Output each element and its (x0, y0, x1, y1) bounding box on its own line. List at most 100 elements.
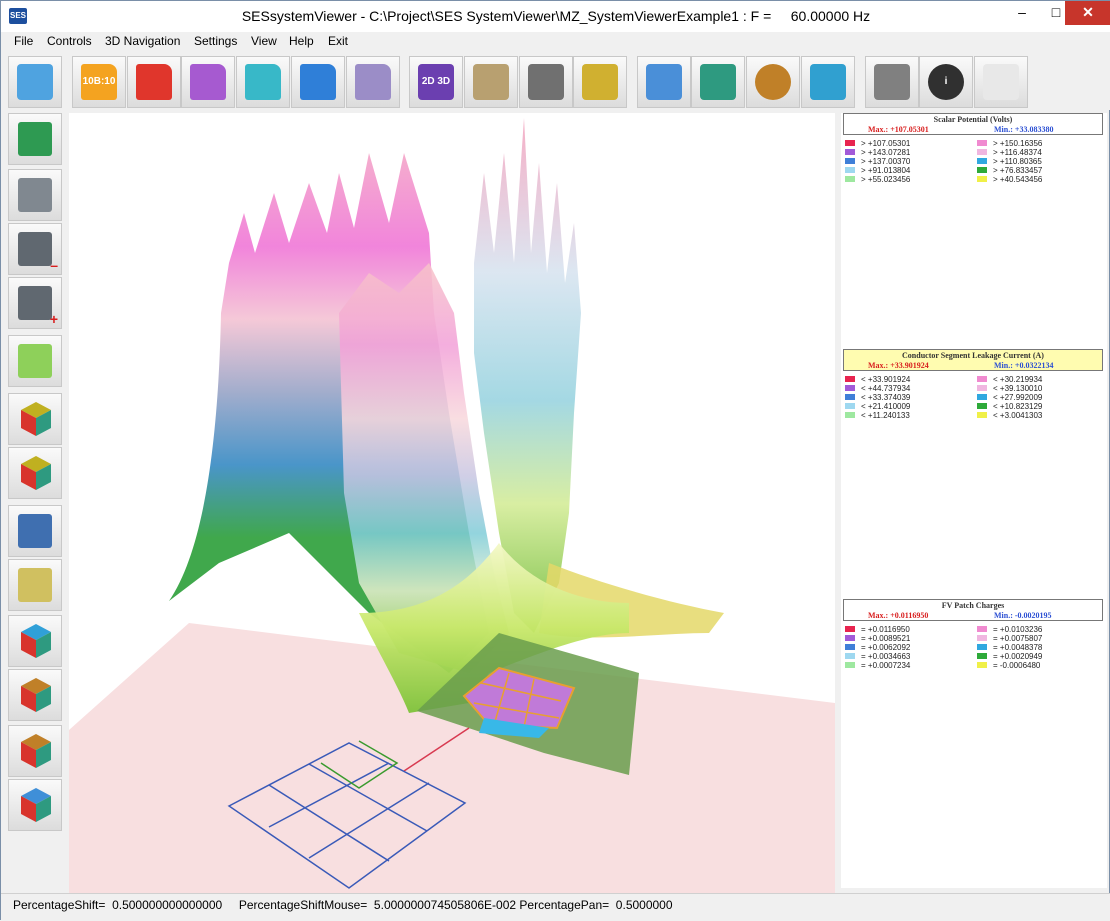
legend-entries: > +107.05301 > +150.16356 > +143.07281 > +1… (843, 135, 1103, 185)
legend-entry: < +3.0041303 (977, 411, 1102, 421)
legend-max: Max.: +0.0116950 (868, 611, 929, 620)
menu-file[interactable]: File (14, 34, 33, 48)
info-button[interactable]: i (919, 56, 973, 108)
joystick-button[interactable] (573, 56, 627, 108)
legend-swatch (845, 412, 855, 418)
legend-title: Conductor Segment Leakage Current (A) (902, 351, 1044, 360)
legend-value: = +0.0075807 (993, 634, 1043, 643)
gears-settings-button[interactable] (464, 56, 518, 108)
flashlight-icon (18, 344, 52, 378)
folder-blue-button[interactable] (291, 56, 345, 108)
legend-min: Min.: +0.0322134 (994, 361, 1054, 370)
camera-zoom-out-button[interactable]: – (8, 223, 62, 275)
legend-swatch (977, 394, 987, 400)
legend-swatch (977, 167, 987, 173)
camera-zoom-in-icon (18, 286, 52, 320)
blocks-cubes-button[interactable] (8, 615, 62, 667)
legend-value: > +150.16356 (993, 139, 1043, 148)
layers-outline-button[interactable] (8, 559, 62, 611)
video-camera-button[interactable] (8, 169, 62, 221)
legend-swatch (845, 158, 855, 164)
folder-red-icon (136, 64, 172, 100)
legend-value: > +110.80365 (993, 157, 1042, 166)
speech-bubble-icon (17, 64, 53, 100)
menu-controls[interactable]: Controls (47, 34, 92, 48)
camera-zoom-in-button[interactable]: + (8, 277, 62, 329)
status-bar: PercentageShift= 0.500000000000000 Perce… (1, 893, 1110, 921)
keyboard-mouse-button[interactable] (519, 56, 573, 108)
3d-scene[interactable] (69, 113, 835, 893)
legend-swatch (977, 385, 987, 391)
minimize-button[interactable]: – (1006, 1, 1038, 25)
legend-value: = +0.0116950 (861, 625, 910, 634)
3d-viewport[interactable] (69, 113, 835, 893)
legend-value: < +21.410009 (861, 402, 911, 411)
legend-value: = +0.0020949 (993, 652, 1043, 661)
legend-value: > +143.07281 (861, 148, 911, 157)
legend-entries: < +33.901924 < +30.219934 < +44.737934 < +3… (843, 371, 1103, 421)
folder-data-orange-button[interactable]: 10B:10 (72, 56, 126, 108)
flashlight-button[interactable] (8, 335, 62, 387)
view-2d-3d-icon: 2D 3D (418, 64, 454, 100)
menu-3d-navigation[interactable]: 3D Navigation (105, 34, 180, 48)
legend-title: Scalar Potential (Volts) (933, 115, 1013, 124)
shield-view-button[interactable] (8, 113, 62, 165)
legend-swatch (845, 376, 855, 382)
legend-entry: > +55.023456 (845, 175, 970, 185)
legend-entry: = -0.0006480 (977, 661, 1102, 671)
legend-swatch (845, 176, 855, 182)
close-button[interactable]: ✕ (1065, 1, 1110, 25)
legend-swatch (845, 385, 855, 391)
legend-swatch (977, 635, 987, 641)
legend-header: Scalar Potential (Volts) Max.: +107.05301… (843, 113, 1103, 135)
folder-cyan-button[interactable] (236, 56, 290, 108)
folder-red-button[interactable] (127, 56, 181, 108)
legend-swatch (845, 167, 855, 173)
legend-0: Scalar Potential (Volts) Max.: +107.05301… (843, 113, 1103, 185)
legend-max: Max.: +33.901924 (868, 361, 929, 370)
menu-help[interactable]: Help (289, 34, 314, 48)
legend-swatch (977, 158, 987, 164)
speech-bubble-button[interactable] (8, 56, 62, 108)
camera-zoom-out-icon (18, 232, 52, 266)
legend-swatch (845, 626, 855, 632)
folder-purple-button[interactable] (181, 56, 235, 108)
gears-settings-icon (473, 64, 509, 100)
legend-1: Conductor Segment Leakage Current (A) Max… (843, 349, 1103, 421)
color-cube-button[interactable] (8, 393, 62, 445)
printer-button[interactable] (865, 56, 919, 108)
legend-entry: > +40.543456 (977, 175, 1102, 185)
legend-entry: < +11.240133 (845, 411, 970, 421)
legend-swatch (977, 644, 987, 650)
folder-data-orange-icon: 10B:10 (81, 64, 117, 100)
zoom-badge: – (50, 257, 58, 273)
planet-orbit-icon (755, 64, 791, 100)
rotate-cube-button[interactable] (8, 779, 62, 831)
legend-value: = +0.0048378 (993, 643, 1043, 652)
legend-swatch (977, 149, 987, 155)
legend-value: > +137.00370 (861, 157, 911, 166)
legend-swatch (977, 626, 987, 632)
status-text: PercentageShift= 0.500000000000000 Perce… (13, 898, 673, 912)
shield-view-icon (18, 122, 52, 156)
planet-orbit-button[interactable] (746, 56, 800, 108)
zoom-magnifier-button[interactable] (637, 56, 691, 108)
lattice-cube-button[interactable] (8, 725, 62, 777)
main-toolbar: 10B:10 2D 3D i (1, 52, 1110, 110)
stacked-cubes-button[interactable] (801, 56, 855, 108)
color-cube-solid-button[interactable] (8, 447, 62, 499)
legend-swatch (845, 149, 855, 155)
blank-tool-button[interactable] (974, 56, 1028, 108)
legend-swatch (845, 653, 855, 659)
view-2d-3d-button[interactable]: 2D 3D (409, 56, 463, 108)
menu-settings[interactable]: Settings (194, 34, 237, 48)
title-bar[interactable]: SES SESsystemViewer - C:\Project\SES Sys… (1, 1, 1110, 32)
menu-view[interactable]: View (251, 34, 277, 48)
menu-exit[interactable]: Exit (328, 34, 348, 48)
legend-value: = +0.0089521 (861, 634, 911, 643)
legend-title: FV Patch Charges (941, 601, 1005, 610)
layers-blue-button[interactable] (8, 505, 62, 557)
wire-cube-button[interactable] (8, 669, 62, 721)
fit-window-arrows-button[interactable] (691, 56, 745, 108)
folder-grid-button[interactable] (346, 56, 400, 108)
